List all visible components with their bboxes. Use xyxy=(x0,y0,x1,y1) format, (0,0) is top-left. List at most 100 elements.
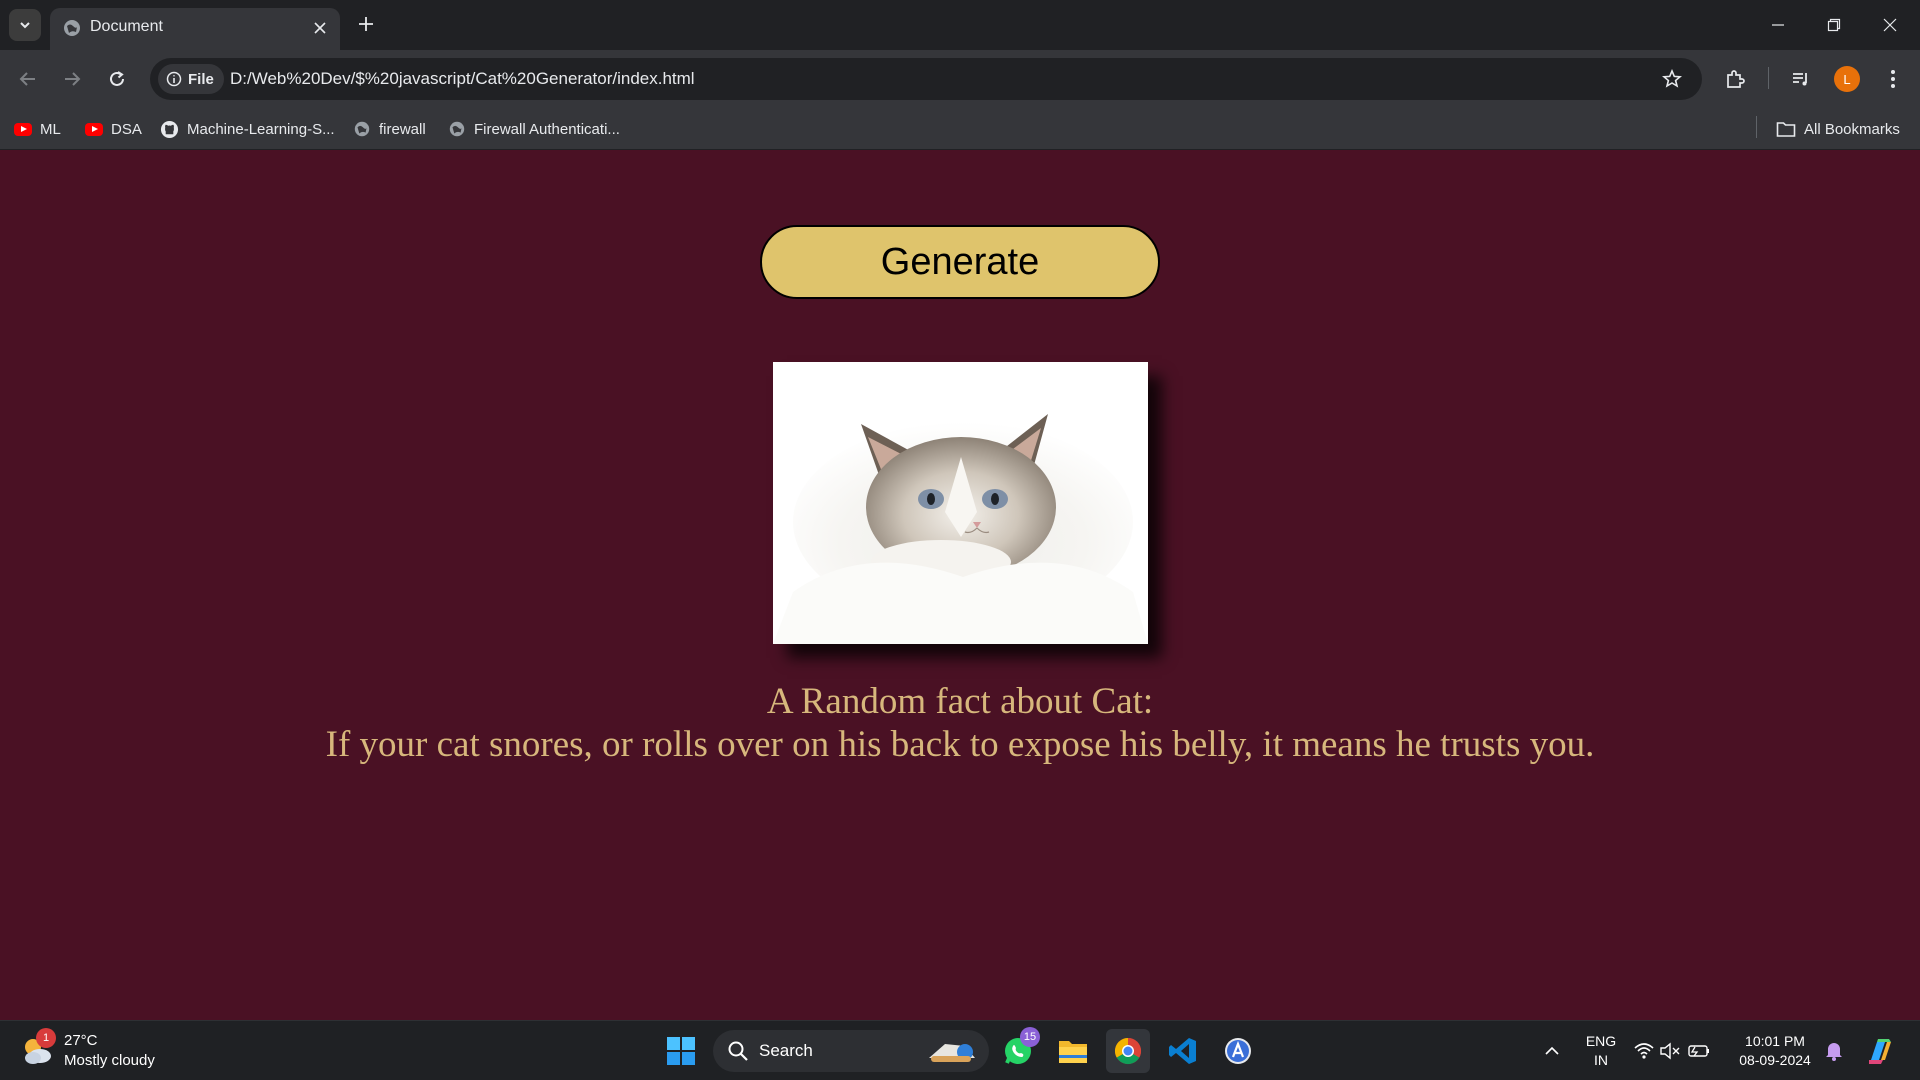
active-tab[interactable]: Document xyxy=(50,8,340,50)
app-store-app[interactable] xyxy=(1216,1029,1260,1073)
bookmark-firewall-auth[interactable]: Firewall Authenticati... xyxy=(448,116,620,142)
weather-badge: 1 xyxy=(36,1028,56,1048)
profile-avatar[interactable]: L xyxy=(1834,66,1860,92)
show-hidden-icons-button[interactable] xyxy=(1530,1029,1574,1073)
bookmark-ml[interactable]: ML xyxy=(14,116,61,142)
arrow-right-icon xyxy=(65,72,81,86)
wifi-volume-battery-icons xyxy=(1634,1042,1709,1060)
all-bookmarks-label: All Bookmarks xyxy=(1804,120,1900,138)
page-viewport: Generate A Random fact about Cat: If you… xyxy=(0,150,1920,1020)
bookmark-label: ML xyxy=(40,120,61,138)
vscode-app[interactable] xyxy=(1161,1029,1205,1073)
tab-strip: Document xyxy=(0,0,1920,50)
clock-time: 10:01 PM xyxy=(1745,1033,1805,1049)
chevron-up-icon xyxy=(1545,1046,1559,1055)
bookmark-star-button[interactable] xyxy=(1660,67,1684,91)
close-icon xyxy=(1883,18,1897,32)
bookmark-label: Machine-Learning-S... xyxy=(187,120,335,138)
folder-icon xyxy=(1776,122,1796,137)
extensions-button[interactable] xyxy=(1720,64,1750,94)
bell-icon xyxy=(1826,1043,1842,1061)
bookmark-machine-learning[interactable]: Machine-Learning-S... xyxy=(160,116,335,142)
copilot-icon xyxy=(1869,1039,1891,1064)
plus-icon xyxy=(359,17,373,31)
file-explorer-app[interactable] xyxy=(1051,1029,1095,1073)
all-bookmarks-button[interactable]: All Bookmarks xyxy=(1776,116,1900,142)
chip-label: File xyxy=(188,70,214,88)
github-icon xyxy=(160,120,179,138)
cat-image xyxy=(773,362,1148,644)
app-icon xyxy=(1225,1038,1251,1064)
tab-close-button[interactable] xyxy=(308,16,332,40)
tab-search-button[interactable] xyxy=(9,9,41,41)
search-icon xyxy=(728,1041,748,1061)
clock[interactable]: 10:01 PM 08-09-2024 xyxy=(1730,1032,1820,1070)
vscode-icon xyxy=(1169,1038,1196,1064)
profile-initial: L xyxy=(1843,71,1851,87)
minimize-button[interactable] xyxy=(1750,0,1806,50)
globe-icon xyxy=(354,121,370,137)
notifications-button[interactable] xyxy=(1814,1029,1854,1073)
back-button[interactable] xyxy=(13,64,43,94)
minimize-icon xyxy=(1772,24,1784,26)
bookmark-label: firewall xyxy=(379,120,426,138)
arrow-left-icon xyxy=(19,72,35,86)
star-icon xyxy=(1662,69,1682,88)
bookmark-label: Firewall Authenticati... xyxy=(474,120,620,138)
youtube-icon xyxy=(85,122,103,136)
bookmark-label: DSA xyxy=(111,120,142,138)
whatsapp-badge: 15 xyxy=(1020,1027,1040,1047)
language-code: ENG xyxy=(1585,1033,1617,1049)
weather-icon: 1 xyxy=(20,1028,56,1068)
tab-title: Document xyxy=(90,18,163,35)
new-tab-button[interactable] xyxy=(352,10,380,38)
start-button[interactable] xyxy=(659,1029,703,1073)
bookmarks-bar: ML DSA Machine-Learning-S... firewall Fi… xyxy=(0,108,1920,150)
chrome-icon xyxy=(1114,1037,1142,1065)
chevron-down-icon xyxy=(20,22,30,29)
queue-music-icon xyxy=(1793,73,1807,86)
youtube-icon xyxy=(14,122,32,136)
site-info-chip[interactable]: File xyxy=(158,64,224,94)
more-vert-icon xyxy=(1891,70,1895,88)
copilot-button[interactable] xyxy=(1858,1029,1902,1073)
restore-button[interactable] xyxy=(1806,0,1862,50)
windows-icon xyxy=(667,1037,695,1065)
clock-date: 08-09-2024 xyxy=(1739,1052,1811,1068)
search-highlight-icon xyxy=(929,1044,975,1062)
puzzle-icon xyxy=(1727,70,1745,88)
restore-icon xyxy=(1827,18,1841,32)
weather-temp: 27°C xyxy=(64,1032,98,1049)
address-bar[interactable]: File D:/Web%20Dev/$%20javascript/Cat%20G… xyxy=(150,58,1702,100)
language-indicator[interactable]: ENG IN xyxy=(1578,1032,1624,1070)
chrome-app[interactable] xyxy=(1106,1029,1150,1073)
taskbar-search[interactable]: Search xyxy=(713,1030,989,1072)
close-window-button[interactable] xyxy=(1862,0,1918,50)
browser-menu-button[interactable] xyxy=(1878,64,1908,94)
close-icon xyxy=(314,22,326,34)
folder-icon xyxy=(1059,1041,1087,1063)
globe-icon xyxy=(449,121,465,137)
url-text[interactable]: D:/Web%20Dev/$%20javascript/Cat%20Genera… xyxy=(230,69,695,89)
weather-condition: Mostly cloudy xyxy=(64,1052,155,1069)
info-icon xyxy=(166,71,182,87)
fact-heading: A Random fact about Cat: xyxy=(766,681,1154,722)
whatsapp-app[interactable]: 15 xyxy=(996,1027,1040,1073)
region-code: IN xyxy=(1594,1052,1608,1068)
fact-text: If your cat snores, or rolls over on his… xyxy=(325,724,1595,765)
browser-toolbar: File D:/Web%20Dev/$%20javascript/Cat%20G… xyxy=(0,50,1920,108)
weather-widget[interactable]: 1 27°C Mostly cloudy xyxy=(20,1028,155,1073)
forward-button[interactable] xyxy=(57,64,87,94)
bookmarks-divider xyxy=(1756,116,1757,138)
windows-taskbar: 1 27°C Mostly cloudy Search 15 ENG IN 10… xyxy=(0,1020,1920,1080)
bookmark-dsa[interactable]: DSA xyxy=(85,116,142,142)
system-tray-quick-settings[interactable] xyxy=(1628,1029,1718,1073)
generate-button[interactable]: Generate xyxy=(760,225,1160,299)
cat-photo xyxy=(773,362,1148,644)
bookmark-firewall[interactable]: firewall xyxy=(353,116,426,142)
reload-button[interactable] xyxy=(102,64,132,94)
toolbar-divider xyxy=(1768,67,1769,89)
media-controls-button[interactable] xyxy=(1786,64,1816,94)
search-label: Search xyxy=(759,1041,813,1060)
globe-icon xyxy=(64,20,80,36)
